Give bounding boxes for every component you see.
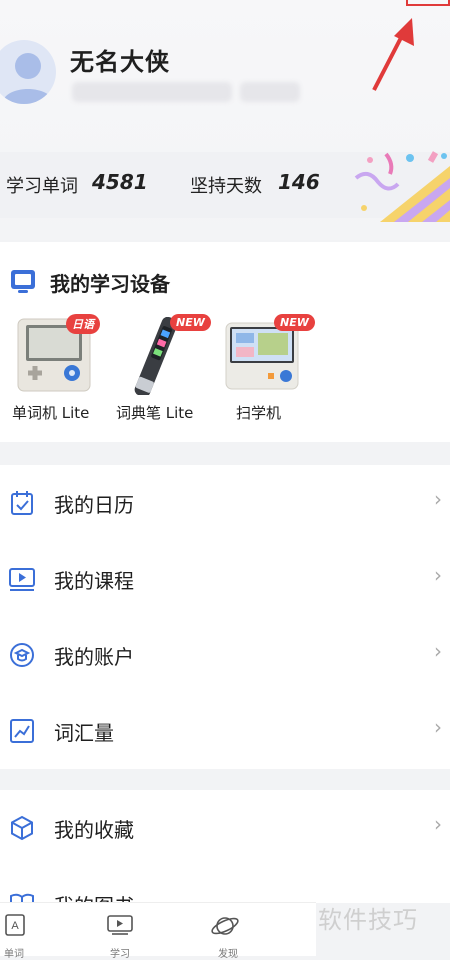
device-badge: NEW [274, 314, 315, 331]
chevron-right-icon: › [434, 715, 442, 739]
annotation-box [406, 0, 450, 6]
account-icon [10, 643, 34, 667]
menu-group-main: 我的日历 › 我的课程 › 我的账户 › 词汇量 › [0, 465, 450, 769]
device-label[interactable]: 单词机 Lite [12, 402, 89, 423]
menu-item-vocabulary[interactable]: 词汇量 › [0, 693, 450, 769]
chevron-right-icon: › [434, 563, 442, 587]
user-name[interactable]: 无名大侠 [70, 42, 170, 77]
chevron-right-icon: › [434, 639, 442, 663]
planet-icon [211, 917, 239, 935]
menu-item-account[interactable]: 我的账户 › [0, 617, 450, 693]
blurred-user-info [72, 82, 232, 102]
watermark: 软件技巧 [318, 906, 418, 934]
menu-label: 我的日历 [54, 493, 134, 517]
profile-header: 无名大侠 学习单词 4581 坚持天数 146 [0, 0, 450, 240]
tab-label: 发现 [218, 949, 238, 960]
party-popper-icon [354, 151, 450, 222]
device-badge: 日语 [66, 314, 100, 334]
device-monitor-icon [11, 270, 35, 293]
svg-text:A: A [11, 920, 19, 932]
words-label: 学习单词 [6, 176, 78, 197]
device-badge: NEW [170, 314, 211, 331]
word-icon: A [5, 914, 25, 936]
device-label[interactable]: 扫学机 [236, 402, 281, 423]
menu-item-calendar[interactable]: 我的日历 › [0, 465, 450, 541]
chart-icon [10, 719, 34, 743]
avatar-icon [2, 53, 54, 104]
menu-item-courses[interactable]: 我的课程 › [0, 541, 450, 617]
menu-item-favorites[interactable]: 我的收藏 › [0, 790, 450, 866]
course-icon [9, 568, 35, 591]
chevron-right-icon: › [434, 812, 442, 836]
learning-devices-section: 我的学习设备 日语 单词机 Lite NEW 词典笔 Lite NEW 扫学机 [0, 242, 450, 442]
words-value: 4581 [92, 170, 148, 194]
annotation-arrow-icon [372, 18, 414, 91]
menu-group-more: 我的收藏 › 我的图书 [0, 790, 450, 918]
tab-label: 单词 [4, 949, 24, 960]
chevron-right-icon: › [434, 487, 442, 511]
devices-title: 我的学习设备 [50, 272, 170, 296]
calendar-icon [11, 491, 33, 515]
device-label[interactable]: 词典笔 Lite [116, 402, 193, 423]
menu-label: 我的账户 [54, 645, 134, 669]
blurred-user-info [240, 82, 300, 102]
play-icon [107, 915, 133, 935]
tab-label: 学习 [110, 949, 130, 960]
days-value: 146 [278, 170, 320, 194]
avatar[interactable] [0, 40, 56, 104]
days-label: 坚持天数 [190, 176, 262, 197]
menu-label: 我的收藏 [54, 818, 134, 842]
cube-icon [11, 815, 33, 841]
menu-label: 我的课程 [54, 569, 134, 593]
bottom-tab-bar: A 单词 学习 发现 [0, 902, 316, 960]
menu-label: 词汇量 [54, 721, 114, 745]
